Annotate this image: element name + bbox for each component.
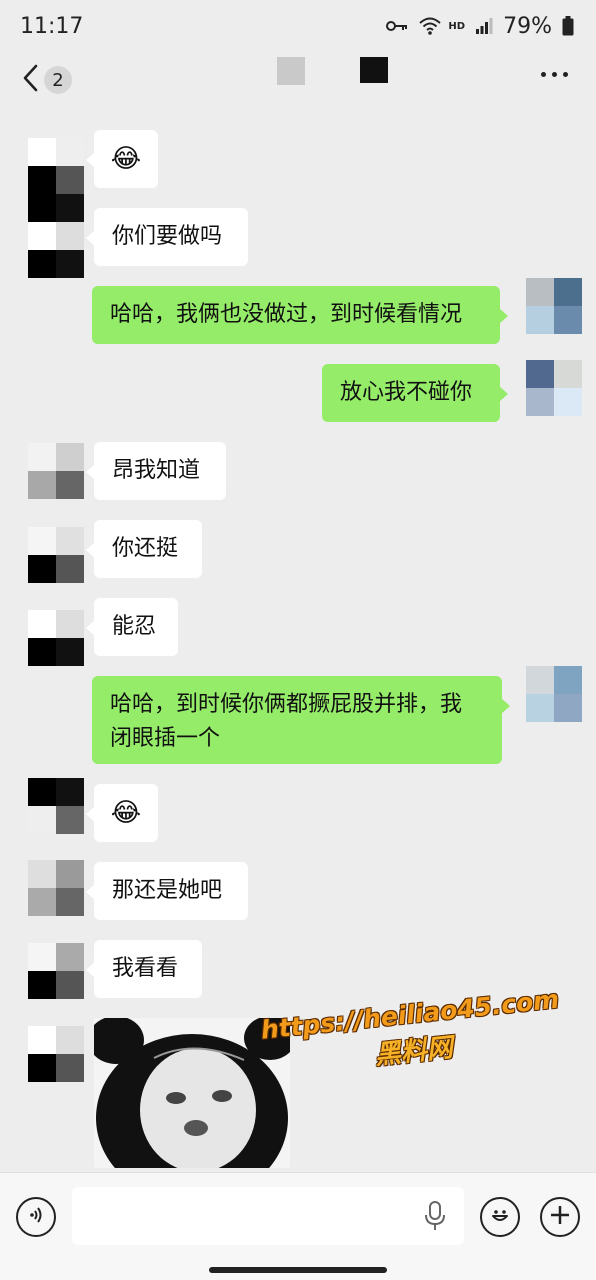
my-avatar[interactable] [526, 360, 582, 416]
message-bubble[interactable]: 那还是她吧 [86, 862, 248, 920]
message-bubble[interactable]: 哈哈，我俩也没做过，到时候看情况 [92, 286, 508, 344]
message-text: 你还挺 [112, 536, 179, 561]
panda-meme-image[interactable] [94, 1018, 290, 1168]
laughing-crying-emoji: 😂 [110, 798, 142, 828]
unread-count-badge: 2 [44, 66, 72, 94]
message-text: 昂我知道 [112, 458, 201, 483]
message-text: 你们要做吗 [112, 224, 223, 249]
laughing-crying-emoji: 😂 [110, 144, 142, 174]
battery-percent: 79% [503, 13, 552, 39]
message-bubble[interactable]: 哈哈，到时候你俩都撅屁股并排，我闭眼插一个 [92, 676, 510, 764]
message-text: 放心我不碰你 [340, 380, 473, 405]
contact-avatar[interactable] [28, 222, 84, 278]
contact-avatar[interactable] [28, 527, 84, 583]
network-label: HD [448, 20, 466, 32]
message-bubble[interactable]: 我看看 [86, 940, 202, 998]
battery-icon [562, 16, 574, 36]
more-options-button[interactable] [541, 72, 568, 77]
contact-avatar[interactable] [28, 943, 84, 999]
microphone-icon[interactable] [424, 1201, 446, 1235]
message-text: 能忍 [112, 614, 157, 639]
my-avatar[interactable] [526, 666, 582, 722]
message-bubble[interactable]: 昂我知道 [86, 442, 226, 500]
home-indicator[interactable] [209, 1267, 387, 1273]
more-dots-icon [541, 72, 546, 77]
message-text: 哈哈，到时候你俩都撅屁股并排，我闭眼插一个 [110, 692, 463, 751]
message-text: 哈哈，我俩也没做过，到时候看情况 [110, 302, 463, 327]
signal-icon [475, 17, 493, 35]
message-bubble[interactable]: 😂 [86, 784, 158, 842]
contact-avatar-mosaic [28, 166, 84, 222]
input-bar [0, 1172, 596, 1280]
message-text: 我看看 [112, 956, 179, 981]
censored-title-mosaic [277, 57, 305, 85]
more-actions-button[interactable] [540, 1197, 580, 1237]
status-time: 11:17 [20, 13, 84, 39]
contact-avatar[interactable] [28, 778, 84, 834]
status-bar: 11:17 HD 79% [0, 0, 596, 52]
my-avatar[interactable] [526, 278, 582, 334]
contact-avatar[interactable] [28, 443, 84, 499]
plus-icon [549, 1204, 571, 1230]
emoji-button[interactable] [480, 1197, 520, 1237]
status-icons: HD 79% [386, 14, 574, 39]
contact-avatar[interactable] [28, 1026, 84, 1082]
message-bubble[interactable]: 😂 [86, 130, 158, 188]
watermark: https://heiliao45.com 黑料网 [259, 985, 564, 1084]
key-icon [386, 19, 408, 33]
voice-icon [26, 1205, 46, 1229]
back-button[interactable]: 2 [22, 64, 72, 96]
message-input[interactable] [72, 1187, 464, 1245]
message-bubble[interactable]: 你们要做吗 [86, 208, 248, 266]
message-bubble[interactable]: 放心我不碰你 [322, 364, 508, 422]
emoji-face-icon [488, 1203, 512, 1231]
message-bubble[interactable]: 你还挺 [86, 520, 202, 578]
back-arrow-icon [22, 64, 38, 96]
contact-avatar[interactable] [28, 860, 84, 916]
wifi-icon [418, 16, 442, 36]
message-text: 那还是她吧 [112, 878, 223, 903]
censored-title-mosaic [360, 57, 388, 83]
voice-button[interactable] [16, 1197, 56, 1237]
message-bubble[interactable]: 能忍 [86, 598, 178, 656]
contact-avatar[interactable] [28, 610, 84, 666]
